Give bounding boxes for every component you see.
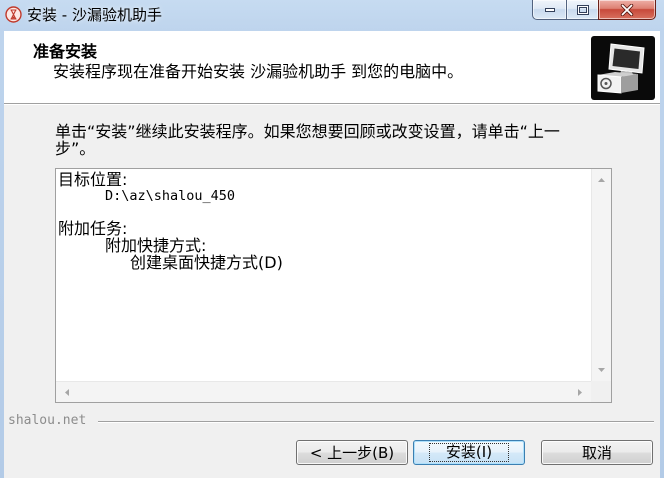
instruction-text: 单击“安装”继续此安装程序。如果您想要回顾或改变设置，请单击“上一步”。 — [55, 122, 560, 158]
hourglass-icon[interactable] — [5, 6, 22, 23]
maximize-icon — [576, 4, 589, 15]
scrollbar-corner — [591, 381, 611, 402]
minimize-icon — [544, 7, 556, 13]
ready-memo[interactable]: 目标位置: D:\az\shalou_450 附加任务: 附加快捷方式: 创建桌… — [55, 168, 612, 403]
memo-section-tasks: 附加任务: 附加快捷方式: 创建桌面快捷方式(D) — [58, 220, 589, 271]
horizontal-scrollbar[interactable] — [56, 381, 591, 402]
memo-label-destination: 目标位置: — [58, 171, 128, 189]
scroll-right-button[interactable] — [569, 382, 591, 402]
close-icon — [620, 3, 634, 16]
back-button[interactable]: < 上一步(B) — [296, 440, 408, 465]
cancel-button[interactable]: 取消 — [541, 440, 653, 465]
back-button-label: < 上一步(B) — [309, 444, 395, 462]
memo-section-destination: 目标位置: D:\az\shalou_450 — [58, 171, 589, 205]
scroll-right-arrow-icon — [578, 388, 582, 396]
cancel-button-label: 取消 — [581, 444, 612, 462]
minimize-button[interactable] — [532, 0, 566, 20]
install-button[interactable]: 安装(I) — [413, 440, 525, 465]
footer-divider — [98, 421, 654, 423]
wizard-client-area: 准备安装 安装程序现在准备开始安装 沙漏验机助手 到您的电脑中。 单击“安装”继… — [4, 31, 660, 478]
scroll-down-button[interactable] — [592, 359, 611, 381]
memo-content[interactable]: 目标位置: D:\az\shalou_450 附加任务: 附加快捷方式: 创建桌… — [58, 171, 589, 379]
vertical-scrollbar[interactable] — [591, 169, 611, 381]
install-button-label: 安装(I) — [428, 443, 510, 462]
title-bar[interactable]: 安装 - 沙漏验机助手 — [0, 0, 664, 31]
scroll-left-button[interactable] — [56, 382, 78, 402]
window-title: 安装 - 沙漏验机助手 — [27, 6, 162, 24]
wizard-header: 准备安装 安装程序现在准备开始安装 沙漏验机助手 到您的电脑中。 — [4, 31, 660, 104]
memo-task-group: 附加快捷方式: — [105, 236, 207, 255]
memo-destination-path: D:\az\shalou_450 — [105, 188, 236, 204]
scroll-down-arrow-icon — [598, 368, 605, 372]
scroll-up-arrow-icon — [598, 178, 605, 182]
close-button[interactable] — [598, 0, 656, 20]
installer-window: 安装 - 沙漏验机助手 准备安装 安装程序现在准备开始安装 沙漏验机助手 到您的… — [0, 0, 664, 478]
memo-task-item: 创建桌面快捷方式(D) — [130, 253, 283, 272]
scroll-up-button[interactable] — [592, 169, 611, 191]
page-title: 准备安装 — [33, 42, 98, 61]
computer-setup-icon — [591, 36, 655, 100]
scroll-left-arrow-icon — [65, 388, 69, 396]
page-subtitle: 安装程序现在准备开始安装 沙漏验机助手 到您的电脑中。 — [53, 62, 464, 81]
memo-label-tasks: 附加任务: — [58, 219, 128, 238]
footer-brand: shalou.net — [8, 413, 87, 428]
maximize-button[interactable] — [566, 0, 598, 20]
